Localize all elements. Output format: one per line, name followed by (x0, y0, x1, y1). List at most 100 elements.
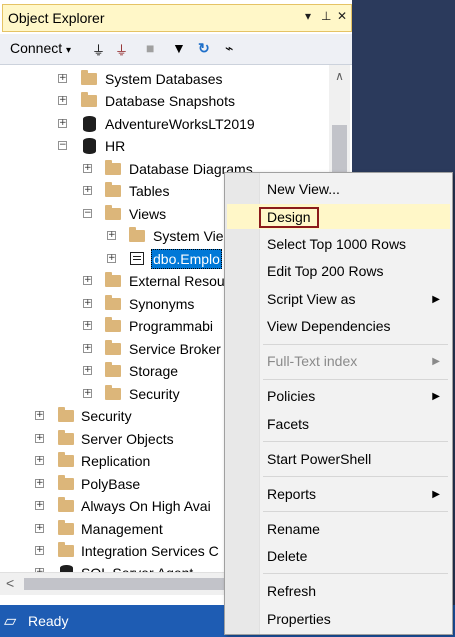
menu-item-facets[interactable]: Facets (227, 412, 450, 437)
expand-icon[interactable]: + (83, 321, 92, 330)
menu-item-reports[interactable]: Reports ▶ (227, 482, 450, 507)
expand-icon[interactable]: + (107, 231, 116, 240)
tree-node-label: Tables (129, 183, 170, 199)
tree-node-label: Service Broker (129, 341, 221, 357)
submenu-arrow-icon: ▶ (432, 356, 440, 367)
tree-node-label: System Vie (153, 228, 224, 244)
expand-icon[interactable]: + (35, 411, 44, 420)
folder-icon (105, 362, 121, 377)
object-explorer-toolbar: Connect ▾ ⏚ ⏚ ■ ▼ ↻ ⌁ (0, 34, 352, 65)
expand-icon[interactable]: + (35, 456, 44, 465)
menu-item-delete[interactable]: Delete (227, 544, 450, 569)
expand-icon[interactable]: + (35, 524, 44, 533)
expand-icon[interactable]: + (83, 389, 92, 398)
status-text: Ready (28, 613, 69, 629)
folder-icon (105, 205, 121, 220)
folder-icon (58, 475, 74, 490)
scroll-left-icon[interactable]: < (6, 575, 14, 591)
folder-icon (58, 520, 74, 535)
collapse-icon[interactable]: − (83, 209, 92, 218)
view-icon (130, 252, 144, 265)
filter-icon[interactable]: ▼ (172, 40, 186, 56)
tree-node-label: Views (129, 206, 167, 222)
folder-icon (105, 295, 121, 310)
refresh-icon[interactable]: ↻ (198, 40, 210, 57)
menu-item-new-view[interactable]: New View... (227, 177, 450, 202)
expand-icon[interactable]: + (35, 546, 44, 555)
menu-item-rename[interactable]: Rename (227, 517, 450, 542)
folder-icon (105, 340, 121, 355)
menu-item-label: Properties (267, 611, 331, 627)
expand-icon[interactable]: + (58, 74, 67, 83)
activity-monitor-icon[interactable]: ⌁ (225, 40, 233, 57)
tree-node-label: Integration Services C (81, 543, 219, 559)
close-icon[interactable]: ✕ (337, 9, 347, 23)
expand-icon[interactable]: + (83, 276, 92, 285)
menu-item-design[interactable]: Design (227, 204, 450, 229)
collapse-icon[interactable]: − (58, 141, 67, 150)
menu-item-label: View Dependencies (267, 318, 391, 334)
menu-separator (263, 379, 448, 380)
disconnect-icon[interactable]: ⏚ (115, 40, 128, 59)
menu-item-label: Rename (267, 521, 320, 537)
tree-node-label: Replication (81, 453, 151, 469)
tree-node-label: Server Objects (81, 431, 174, 447)
connect-button[interactable]: Connect ▾ (10, 40, 71, 56)
menu-item-label: Design (259, 207, 319, 228)
menu-item-label: New View... (267, 181, 340, 197)
expand-icon[interactable]: + (58, 119, 67, 128)
menu-item-refresh[interactable]: Refresh (227, 579, 450, 604)
expand-icon[interactable]: + (83, 366, 92, 375)
submenu-arrow-icon: ▶ (432, 489, 440, 500)
folder-icon (58, 407, 74, 422)
expand-icon[interactable]: + (83, 344, 92, 353)
expand-icon[interactable]: + (83, 299, 92, 308)
expand-icon[interactable]: + (83, 186, 92, 195)
scroll-up-icon[interactable]: ∧ (329, 69, 350, 83)
folder-icon (105, 182, 121, 197)
connect-label: Connect (10, 40, 63, 56)
window-position-dropdown-icon[interactable]: ▾ (305, 9, 311, 23)
object-explorer-titlebar: Object Explorer ▾ ⊥ ✕ (2, 4, 352, 32)
tree-node-label: dbo.Emplo (151, 249, 222, 269)
tree-node-label: SQL Server Agent (81, 562, 193, 572)
tree-node-label: External Resou (129, 273, 225, 289)
menu-item-label: Delete (267, 548, 308, 564)
tree-node-label: Security (81, 408, 132, 424)
tree-node-label: Security (129, 386, 180, 402)
stop-icon[interactable]: ■ (146, 40, 154, 56)
menu-item-select-top-1000[interactable]: Select Top 1000 Rows (227, 232, 450, 257)
scroll-thumb[interactable] (24, 578, 224, 590)
tree-node-label: PolyBase (81, 476, 141, 492)
tree-node-label: HR (105, 138, 126, 154)
folder-icon (105, 272, 121, 287)
menu-item-label: Script View as (267, 291, 356, 307)
menu-item-start-powershell[interactable]: Start PowerShell (227, 447, 450, 472)
menu-item-view-dependencies[interactable]: View Dependencies (227, 314, 450, 339)
menu-item-edit-top-200[interactable]: Edit Top 200 Rows (227, 259, 450, 284)
menu-item-label: Start PowerShell (267, 451, 372, 467)
menu-item-label: Policies (267, 388, 316, 404)
menu-item-full-text-index: Full-Text index ▶ (227, 349, 450, 374)
pin-icon[interactable]: ⊥ (321, 9, 331, 23)
menu-item-properties[interactable]: Properties (227, 607, 450, 632)
agent-icon (60, 565, 73, 572)
submenu-arrow-icon: ▶ (432, 391, 440, 402)
tree-node-label: Database Snapshots (105, 93, 235, 109)
menu-item-script-view-as[interactable]: Script View as ▶ (227, 287, 450, 312)
expand-icon[interactable]: + (35, 434, 44, 443)
menu-item-label: Select Top 1000 Rows (267, 236, 407, 252)
menu-item-label: Reports (267, 486, 317, 502)
expand-icon[interactable]: + (107, 254, 116, 263)
expand-icon[interactable]: + (35, 501, 44, 510)
menu-separator (263, 511, 448, 512)
expand-icon[interactable]: + (58, 96, 67, 105)
expand-icon[interactable]: + (83, 164, 92, 173)
database-icon (83, 138, 96, 154)
context-menu: New View... Design Select Top 1000 Rows … (224, 172, 453, 635)
menu-item-label: Full-Text index (267, 353, 358, 369)
menu-item-policies[interactable]: Policies ▶ (227, 384, 450, 409)
folder-icon (58, 452, 74, 467)
connect-plug-icon[interactable]: ⏚ (92, 40, 105, 59)
expand-icon[interactable]: + (35, 479, 44, 488)
